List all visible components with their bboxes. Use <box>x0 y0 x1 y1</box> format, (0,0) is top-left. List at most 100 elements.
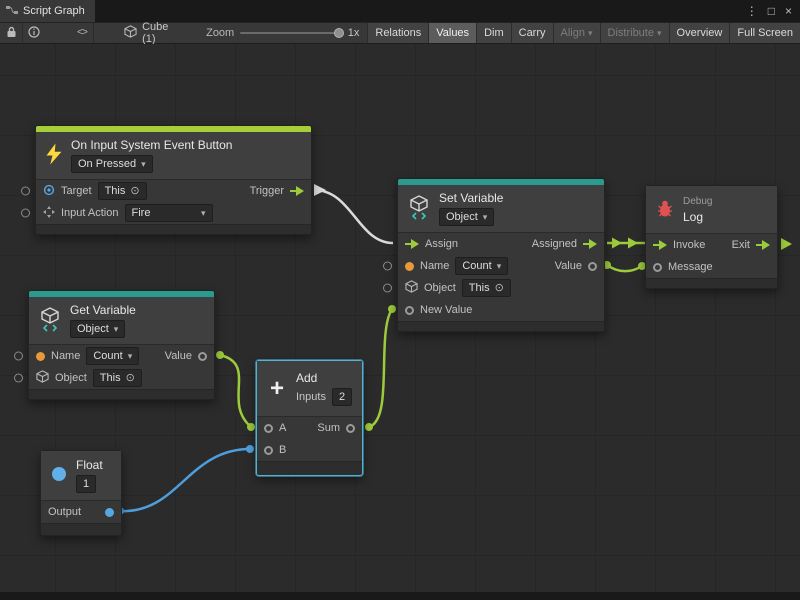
output-out-port[interactable] <box>105 508 114 517</box>
overview-button[interactable]: Overview <box>669 23 730 43</box>
exit-port-arrow <box>781 238 792 250</box>
chevron-down-icon: ▾ <box>657 28 662 39</box>
tab-script-graph[interactable]: Script Graph <box>0 0 95 22</box>
plus-icon: + <box>266 378 288 400</box>
object-external-port[interactable] <box>383 284 392 293</box>
object-value-chip[interactable]: This ⊙ <box>93 369 142 387</box>
target-value-chip[interactable]: This ⊙ <box>98 182 147 200</box>
output-row: Output <box>41 501 121 523</box>
lock-icon <box>6 26 17 41</box>
window-bottom-edge <box>0 592 800 600</box>
wire-trigger-assign <box>314 190 393 243</box>
name-dropdown[interactable]: Count ▾ <box>86 347 139 365</box>
variable-cube-icon <box>38 306 62 335</box>
bug-icon <box>655 198 675 221</box>
node-title: Add <box>296 371 317 385</box>
menu-icon[interactable]: ⋮ <box>746 4 758 18</box>
wire-arrow <box>628 238 638 249</box>
code-icon: <> <box>77 28 87 39</box>
info-icon <box>28 26 40 41</box>
a-in-port[interactable] <box>264 424 273 433</box>
inputs-count-field[interactable]: 2 <box>332 388 352 406</box>
close-icon[interactable]: × <box>785 4 792 18</box>
align-button[interactable]: Align▾ <box>553 23 600 43</box>
values-button[interactable]: Values <box>428 23 476 43</box>
zoom-slider-handle[interactable] <box>334 28 344 38</box>
target-dot-icon: ⊙ <box>130 186 139 196</box>
variable-scope-dropdown[interactable]: Object ▾ <box>439 208 494 226</box>
object-external-port[interactable] <box>14 374 23 383</box>
assign-in-port[interactable] <box>405 239 419 249</box>
input-action-external-port[interactable] <box>21 209 30 218</box>
b-in-port[interactable] <box>264 446 273 455</box>
dim-button[interactable]: Dim <box>476 23 511 43</box>
node-title: Set Variable <box>439 191 503 205</box>
target-dot-icon: ⊙ <box>495 283 504 293</box>
lock-button[interactable] <box>0 23 22 43</box>
message-row: Message <box>646 256 777 278</box>
cube-icon <box>405 280 418 296</box>
connections-button[interactable]: <> <box>71 23 93 43</box>
invoke-in-port[interactable] <box>653 240 667 250</box>
graph-target[interactable]: Cube (1) <box>116 21 188 45</box>
node-footer <box>646 278 777 288</box>
name-row: Name Count ▾ Value <box>398 255 604 277</box>
graph-toolbar: <> Cube (1) Zoom 1x Relations Values Dim… <box>0 22 800 44</box>
maximize-icon[interactable]: □ <box>768 4 775 18</box>
a-row: A Sum <box>257 417 362 439</box>
name-port[interactable] <box>405 262 414 271</box>
value-out-port[interactable] <box>198 352 207 361</box>
float-circle-icon <box>50 465 68 486</box>
graph-canvas[interactable]: On Input System Event Button On Pressed … <box>0 44 800 592</box>
object-row: Object This ⊙ <box>29 367 214 389</box>
b-row: B <box>257 439 362 461</box>
object-row: Object This ⊙ <box>398 277 604 299</box>
inspect-button[interactable] <box>23 23 45 43</box>
name-port[interactable] <box>36 352 45 361</box>
name-external-port[interactable] <box>383 262 392 271</box>
distribute-button[interactable]: Distribute▾ <box>600 23 669 43</box>
node-footer <box>41 523 121 535</box>
assigned-out-port[interactable] <box>583 239 597 249</box>
separator <box>93 23 94 43</box>
object-value-chip[interactable]: This ⊙ <box>462 279 511 297</box>
new-value-row: New Value <box>398 299 604 321</box>
sum-out-port[interactable] <box>346 424 355 433</box>
cube-icon <box>124 25 137 41</box>
node-float[interactable]: Float 1 Output <box>40 450 122 536</box>
zoom-label: Zoom <box>206 27 234 39</box>
zoom-slider[interactable] <box>240 32 340 34</box>
float-value-field[interactable]: 1 <box>76 475 96 493</box>
node-set-variable[interactable]: Set Variable Object ▾ Assign Assigned <box>397 178 605 332</box>
toolbar-buttons: Relations Values Dim Carry Align▾ Distri… <box>367 23 800 43</box>
chevron-down-icon: ▾ <box>128 349 133 363</box>
node-title: On Input System Event Button <box>71 138 232 152</box>
full-screen-button[interactable]: Full Screen <box>729 23 800 43</box>
carry-button[interactable]: Carry <box>511 23 553 43</box>
zoom-value: 1x <box>348 27 360 39</box>
node-add[interactable]: + Add Inputs 2 A Sum <box>256 360 363 476</box>
event-mode-dropdown[interactable]: On Pressed ▾ <box>71 155 153 173</box>
node-on-input-system-event-button[interactable]: On Input System Event Button On Pressed … <box>35 125 312 235</box>
value-out-port[interactable] <box>588 262 597 271</box>
relations-button[interactable]: Relations <box>367 23 428 43</box>
name-row: Name Count ▾ Value <box>29 345 214 367</box>
chevron-down-icon: ▾ <box>114 322 119 336</box>
node-title: Get Variable <box>70 303 136 317</box>
new-value-in-port[interactable] <box>405 306 414 315</box>
exit-out-port[interactable] <box>756 240 770 250</box>
trigger-out-port[interactable] <box>290 186 304 196</box>
chevron-down-icon: ▾ <box>497 259 502 273</box>
name-dropdown[interactable]: Count ▾ <box>455 257 508 275</box>
variable-scope-dropdown[interactable]: Object ▾ <box>70 320 125 338</box>
message-in-port[interactable] <box>653 263 662 272</box>
node-debug-log[interactable]: Debug Log Invoke Exit Message <box>645 185 778 289</box>
node-footer <box>257 461 362 475</box>
wire-value-message <box>607 265 642 271</box>
target-external-port[interactable] <box>21 187 30 196</box>
name-external-port[interactable] <box>14 352 23 361</box>
input-action-dropdown[interactable]: Fire ▾ <box>125 204 213 222</box>
input-action-icon <box>43 206 55 221</box>
cube-icon <box>36 370 49 386</box>
node-get-variable[interactable]: Get Variable Object ▾ Name Count ▾ <box>28 290 215 400</box>
